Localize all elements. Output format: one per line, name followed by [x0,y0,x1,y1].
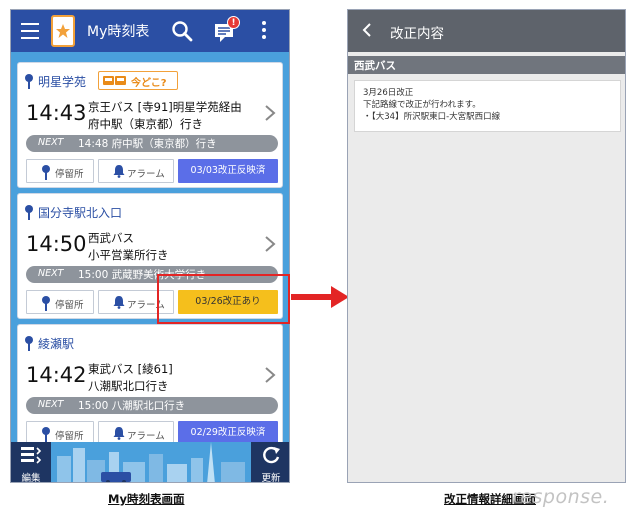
stop-name: 国分寺駅北入口 [38,206,123,220]
revision-notice-card: 3月26日改正 下記路線で改正が行われます。 ・【大34】所沢駅東口-大宮駅西口… [354,80,621,132]
app-title: My時刻表 [87,24,150,40]
chevron-right-icon[interactable] [264,367,276,383]
refresh-button[interactable]: 更新 [251,442,289,483]
menu-icon[interactable] [21,23,39,39]
notice-description: 下記路線で改正が行われます。 [363,100,481,110]
next-label: NEXT [38,268,64,279]
watermark: response. [512,486,610,508]
notification-badge: ! [227,16,240,29]
next-departure-text: 15:00 八潮駅北口行き [78,400,186,412]
route-destination: 小平営業所行き [88,248,169,262]
alarm-button-label: アラーム [127,431,165,442]
bus-location-label: 今どこ? [131,78,167,89]
departure-time: 14:42 [26,363,87,387]
app-logo-icon [51,15,75,47]
city-skyline-illustration [51,442,251,482]
revision-highlight-box [157,274,290,324]
notice-date: 3月26日改正 [363,88,414,98]
next-departure-bar: NEXT 15:00 八潮駅北口行き [26,397,278,414]
refresh-label: 更新 [261,473,281,483]
next-label: NEXT [38,399,64,410]
route-operator: 東武バス [綾61] [88,362,173,376]
stop-button-label: 停留所 [55,169,84,180]
stop-button[interactable]: 停留所 [26,159,94,183]
left-screen-caption: My時刻表画面 [108,492,185,506]
route-operator: 西武バス [88,231,134,245]
departure-time: 14:43 [26,101,87,125]
bus-stop-pin-icon [25,74,33,89]
bell-icon [113,427,125,440]
bell-icon [113,165,125,178]
timetable-card[interactable]: 明星学苑 今どこ? 14:43 京王バス [寺91]明星学苑経由 府中駅（東京都… [17,62,283,188]
bell-icon [113,296,125,309]
detail-title: 改正内容 [390,26,444,42]
arrow-right-icon [291,286,349,308]
edit-button[interactable]: 編集 [11,442,51,483]
detail-app-bar: 改正内容 [348,10,625,52]
stop-name: 綾瀬駅 [38,337,75,351]
bus-stop-pin-icon [42,296,50,311]
my-timetable-screen: My時刻表 ! 明星学苑 今どこ? 14:43 京王バス [寺91]明星学苑経由… [10,9,290,483]
stop-button-label: 停留所 [55,431,84,442]
bus-stop-pin-icon [25,205,33,220]
app-bar: My時刻表 ! [11,10,289,52]
search-icon[interactable] [171,20,193,42]
next-departure-bar: NEXT 14:48 府中駅（東京都）行き [26,135,278,152]
revision-detail-screen: 改正内容 西武バス 3月26日改正 下記路線で改正が行われます。 ・【大34】所… [347,9,626,483]
revision-status-label: 03/03改正反映済 [190,165,266,176]
chevron-right-icon[interactable] [264,105,276,121]
chevron-right-icon[interactable] [264,236,276,252]
bottom-bar: 編集 更新 [11,442,289,483]
alarm-button[interactable]: アラーム [98,159,174,183]
stop-name: 明星学苑 [38,75,87,89]
bus-stop-pin-icon [42,427,50,442]
bus-location-button[interactable]: 今どこ? [98,71,178,90]
more-options-icon[interactable] [261,21,267,41]
timetable-list: 明星学苑 今どこ? 14:43 京王バス [寺91]明星学苑経由 府中駅（東京都… [11,52,289,450]
refresh-icon [263,446,280,464]
operator-section-header: 西武バス [348,56,625,74]
alarm-button-label: アラーム [127,169,165,180]
route-destination: 八潮駅北口行き [88,379,169,393]
edit-list-icon [21,447,42,464]
route-operator: 京王バス [寺91]明星学苑経由 [88,100,242,114]
notice-route: ・【大34】所沢駅東口-大宮駅西口線 [363,112,501,122]
edit-label: 編集 [21,473,41,483]
timetable-card[interactable]: 綾瀬駅 14:42 東武バス [綾61] 八潮駅北口行き NEXT 15:00 … [17,324,283,450]
next-departure-text: 14:48 府中駅（東京都）行き [78,138,217,150]
operator-name: 西武バス [354,60,396,72]
departure-time: 14:50 [26,232,87,256]
bus-icon [103,76,126,85]
bus-stop-pin-icon [25,336,33,351]
revision-status-button[interactable]: 03/03改正反映済 [178,159,278,183]
back-arrow-icon[interactable] [362,23,372,37]
stop-button-label: 停留所 [55,300,84,311]
bus-stop-pin-icon [42,165,50,180]
card-actions: 停留所 アラーム 03/03改正反映済 [26,159,278,183]
next-label: NEXT [38,137,64,148]
route-destination: 府中駅（東京都）行き [88,117,203,131]
stop-button[interactable]: 停留所 [26,290,94,314]
